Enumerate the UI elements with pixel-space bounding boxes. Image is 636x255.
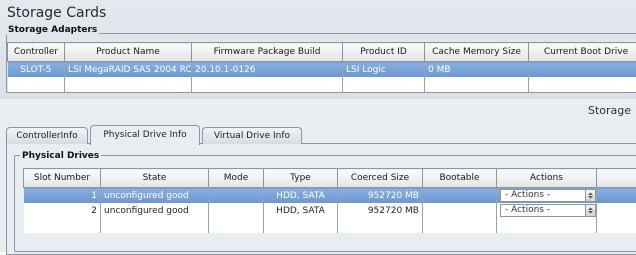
cell-type: HDD, SATA xyxy=(264,188,338,204)
column-header-controller[interactable]: Controller xyxy=(8,43,65,62)
cell-mode xyxy=(209,188,264,204)
storage-section-label: Storage xyxy=(588,104,631,117)
actions-dropdown-value: - Actions - xyxy=(505,190,550,200)
physical-drives-legend: Physical Drives xyxy=(20,151,101,161)
actions-dropdown[interactable]: - Actions - xyxy=(500,189,596,202)
table-row[interactable]: 2 unconfigured good HDD, SATA 952720 MB … xyxy=(24,203,636,218)
cell-extra xyxy=(597,188,636,204)
cell-bootable xyxy=(423,188,497,204)
cell-mode xyxy=(209,203,264,218)
cell-state: unconfigured good xyxy=(101,188,209,204)
cell-bootable xyxy=(423,203,497,218)
cell-extra xyxy=(597,203,636,218)
table-row[interactable]: SLOT-5 LSI MegaRAID SAS 2004 RC 20.10.1-… xyxy=(8,62,636,78)
actions-dropdown-value: - Actions - xyxy=(505,205,550,215)
cell-coerced-size: 952720 MB xyxy=(338,188,423,204)
table-header-row: Controller Product Name Firmware Package… xyxy=(8,43,636,62)
tab-virtual-drive-info[interactable]: Virtual Drive Info xyxy=(202,127,302,144)
cell-cache-memory: 0 MB xyxy=(425,62,529,78)
table-row-empty xyxy=(8,77,636,92)
column-header-slot-number[interactable]: Slot Number xyxy=(24,169,101,188)
storage-adapters-table: Controller Product Name Firmware Package… xyxy=(7,42,636,92)
table-row[interactable]: 1 unconfigured good HDD, SATA 952720 MB … xyxy=(24,188,636,204)
column-header-boot-drive[interactable]: Current Boot Drive xyxy=(529,43,636,62)
column-header-state[interactable]: State xyxy=(101,169,209,188)
storage-adapters-legend: Storage Adapters xyxy=(6,25,99,35)
spinner-arrows-icon[interactable] xyxy=(585,189,596,202)
tab-controller-info[interactable]: ControllerInfo xyxy=(6,127,88,144)
actions-dropdown[interactable]: - Actions - xyxy=(500,204,596,217)
cell-firmware-build: 20.10.1-0126 xyxy=(192,62,343,78)
cell-slot-number: 2 xyxy=(24,203,101,218)
cell-state: unconfigured good xyxy=(101,203,209,218)
cell-actions: - Actions - xyxy=(497,188,597,204)
column-header-firmware-build[interactable]: Firmware Package Build xyxy=(192,43,343,62)
cell-coerced-size: 952720 MB xyxy=(338,203,423,218)
page-title: Storage Cards xyxy=(7,5,106,21)
spinner-arrows-icon[interactable] xyxy=(585,204,596,217)
column-header-product-name[interactable]: Product Name xyxy=(65,43,192,62)
cell-slot-number: 1 xyxy=(24,188,101,204)
table-row-empty xyxy=(24,218,636,233)
physical-drives-table: Slot Number State Mode Type Coerced Size… xyxy=(23,168,636,233)
cell-actions: - Actions - xyxy=(497,203,597,218)
column-header-bootable[interactable]: Bootable xyxy=(423,169,497,188)
column-header-extra xyxy=(597,169,636,188)
table-header-row: Slot Number State Mode Type Coerced Size… xyxy=(24,169,636,188)
column-header-actions[interactable]: Actions xyxy=(497,169,597,188)
column-header-type[interactable]: Type xyxy=(264,169,338,188)
column-header-cache-memory[interactable]: Cache Memory Size xyxy=(425,43,529,62)
column-header-coerced-size[interactable]: Coerced Size xyxy=(338,169,423,188)
cell-boot-drive xyxy=(529,62,636,78)
column-header-mode[interactable]: Mode xyxy=(209,169,264,188)
tab-physical-drive-info[interactable]: Physical Drive Info xyxy=(90,125,200,145)
column-header-product-id[interactable]: Product ID xyxy=(343,43,425,62)
storage-cards-page: Storage Cards Storage Adapters Controlle… xyxy=(0,0,636,252)
cell-type: HDD, SATA xyxy=(264,203,338,218)
cell-product-name: LSI MegaRAID SAS 2004 RC xyxy=(65,62,192,78)
cell-product-id: LSI Logic xyxy=(343,62,425,78)
cell-controller: SLOT-5 xyxy=(8,62,65,78)
